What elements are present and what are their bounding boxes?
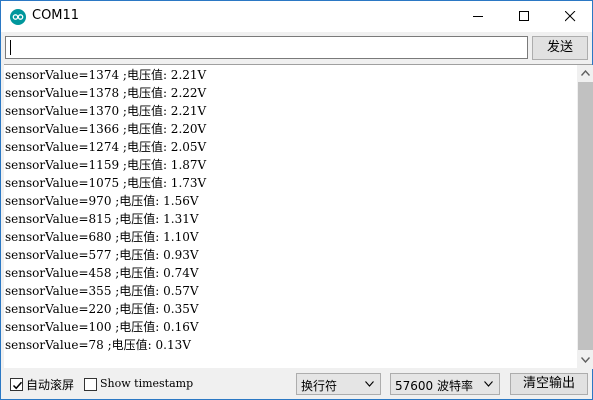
- baud-rate-value: 57600 波特率: [395, 379, 473, 393]
- minimize-button[interactable]: [455, 1, 501, 32]
- send-button[interactable]: 发送: [532, 36, 588, 60]
- chevron-down-icon: [484, 381, 493, 387]
- minimize-icon: [473, 16, 483, 17]
- bottom-bar: 自动滚屏 Show timestamp 换行符 57600 波特率 清空输出: [1, 368, 592, 399]
- scroll-thumb[interactable]: [578, 82, 593, 350]
- title-bar[interactable]: COM11: [1, 1, 592, 32]
- chevron-up-icon: [581, 70, 590, 76]
- maximize-icon: [519, 11, 529, 21]
- output-line: sensorValue=970 ;电压值: 1.56V: [5, 194, 199, 208]
- output-line: sensorValue=1366 ;电压值: 2.20V: [5, 122, 207, 136]
- show-timestamp-checkbox[interactable]: [84, 378, 97, 391]
- close-icon: [565, 11, 576, 22]
- close-button[interactable]: [547, 1, 593, 32]
- output-line: sensorValue=1075 ;电压值: 1.73V: [5, 176, 207, 190]
- output-line: sensorValue=815 ;电压值: 1.31V: [5, 212, 199, 226]
- output-line: sensorValue=1159 ;电压值: 1.87V: [5, 158, 207, 172]
- output-line: sensorValue=100 ;电压值: 0.16V: [5, 320, 199, 334]
- checkmark-icon: [12, 381, 23, 390]
- chevron-down-icon: [365, 381, 374, 387]
- arduino-infinity-icon: [10, 9, 26, 25]
- baud-rate-select[interactable]: 57600 波特率: [390, 373, 500, 395]
- scroll-down-button[interactable]: [577, 352, 593, 369]
- send-row: 发送: [1, 32, 592, 64]
- text-caret: [10, 40, 11, 55]
- serial-output[interactable]: sensorValue=1374 ;电压值: 2.21V sensorValue…: [4, 64, 593, 369]
- window-title: COM11: [32, 8, 80, 23]
- output-line: sensorValue=680 ;电压值: 1.10V: [5, 230, 199, 244]
- output-line: sensorValue=78 ;电压值: 0.13V: [5, 338, 191, 352]
- chevron-down-icon: [581, 357, 590, 363]
- send-input[interactable]: [5, 36, 528, 59]
- clear-output-button[interactable]: 清空输出: [510, 373, 588, 395]
- output-line: sensorValue=220 ;电压值: 0.35V: [5, 302, 199, 316]
- show-timestamp-label[interactable]: Show timestamp: [100, 377, 193, 390]
- maximize-button[interactable]: [501, 1, 547, 32]
- vertical-scrollbar[interactable]: [577, 65, 593, 369]
- output-line: sensorValue=577 ;电压值: 0.93V: [5, 248, 199, 262]
- autoscroll-checkbox[interactable]: [10, 378, 23, 391]
- output-line: sensorValue=1274 ;电压值: 2.05V: [5, 140, 207, 154]
- output-line: sensorValue=1370 ;电压值: 2.21V: [5, 104, 207, 118]
- output-line: sensorValue=1374 ;电压值: 2.21V: [5, 68, 207, 82]
- scroll-up-button[interactable]: [577, 65, 593, 82]
- autoscroll-label[interactable]: 自动滚屏: [26, 376, 74, 393]
- serial-monitor-window: COM11 发送 sensorValue=1374 ;电压值: 2.21V se…: [0, 0, 593, 400]
- line-ending-select[interactable]: 换行符: [296, 373, 381, 395]
- output-line: sensorValue=355 ;电压值: 0.57V: [5, 284, 199, 298]
- output-line: sensorValue=458 ;电压值: 0.74V: [5, 266, 199, 280]
- output-lines: sensorValue=1374 ;电压值: 2.21V sensorValue…: [5, 66, 575, 368]
- line-ending-value: 换行符: [301, 379, 338, 393]
- output-line: sensorValue=1378 ;电压值: 2.22V: [5, 86, 207, 100]
